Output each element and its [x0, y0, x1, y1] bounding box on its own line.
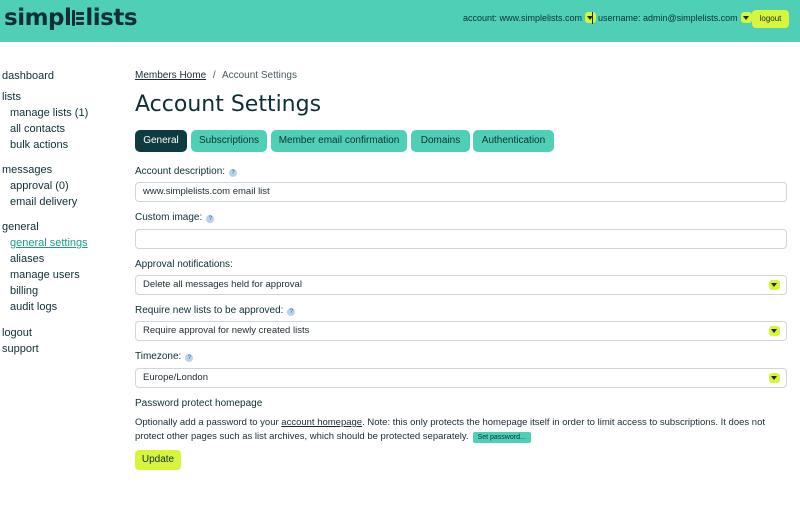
sidebar-item-logout[interactable]: logout — [2, 327, 32, 339]
breadcrumb: Members Home / Account Settings — [135, 70, 297, 81]
account-dropdown-icon[interactable] — [585, 12, 597, 23]
sidebar-item-manage-lists[interactable]: manage lists (1) — [10, 107, 88, 119]
require-approval-value: Require approval for newly created lists — [143, 325, 310, 336]
approval-notifications-select[interactable]: Delete all messages held for approval — [135, 275, 787, 295]
breadcrumb-home-link[interactable]: Members Home — [135, 70, 206, 81]
account-homepage-link[interactable]: account homepage — [281, 417, 362, 428]
timezone-label: Timezone:? — [135, 351, 194, 362]
help-icon[interactable]: ? — [206, 215, 215, 223]
timezone-select[interactable]: Europe/London — [135, 368, 787, 388]
breadcrumb-separator: / — [212, 70, 216, 81]
top-header: simpl lists account: www.simplelists.com … — [0, 0, 800, 42]
help-icon[interactable]: ? — [185, 354, 194, 362]
sidebar-item-bulk-actions[interactable]: bulk actions — [10, 139, 68, 151]
password-protect-label: Password protect homepage — [135, 398, 263, 409]
simplelists-logo[interactable]: simpl lists — [4, 4, 138, 32]
update-button[interactable]: Update — [135, 450, 181, 470]
logo-text-b: lists — [85, 5, 138, 31]
password-protect-description: Optionally add a password to your accoun… — [135, 417, 765, 443]
sidebar-group-general[interactable]: general — [2, 221, 39, 233]
tab-domains[interactable]: Domains — [411, 130, 470, 152]
custom-image-label: Custom image:? — [135, 212, 215, 223]
require-approval-label: Require new lists to be approved:? — [135, 305, 296, 316]
chevron-down-icon[interactable] — [769, 373, 780, 383]
help-icon[interactable]: ? — [287, 308, 296, 316]
sidebar-group-messages[interactable]: messages — [2, 164, 52, 176]
approval-notifications-value: Delete all messages held for approval — [143, 279, 302, 290]
username-label: username: admin@simplelists.com — [598, 13, 738, 23]
sidebar-group-lists[interactable]: lists — [2, 91, 21, 103]
sidebar-item-dashboard[interactable]: dashboard — [2, 70, 54, 82]
account-description-input[interactable]: www.simplelists.com email list — [135, 182, 787, 202]
sidebar-item-manage-users[interactable]: manage users — [10, 269, 80, 281]
logo-text-a: simpl — [4, 5, 72, 31]
sidebar-item-approval[interactable]: approval (0) — [10, 180, 69, 192]
approval-notifications-label: Approval notifications: — [135, 259, 233, 270]
help-icon[interactable]: ? — [229, 169, 238, 177]
header-divider — [592, 12, 593, 24]
require-approval-select[interactable]: Require approval for newly created lists — [135, 321, 787, 341]
set-password-button[interactable]: Set password... — [472, 432, 531, 443]
account-label: account: www.simplelists.com — [463, 13, 583, 23]
tab-subscriptions[interactable]: Subscriptions — [191, 130, 267, 152]
logo-bars-icon — [72, 10, 85, 26]
chevron-down-icon[interactable] — [769, 326, 780, 336]
custom-image-input[interactable] — [135, 229, 787, 249]
logout-button[interactable]: logout — [752, 10, 789, 28]
sidebar-item-aliases[interactable]: aliases — [10, 253, 44, 265]
account-selector[interactable]: account: www.simplelists.com — [463, 12, 597, 25]
breadcrumb-current: Account Settings — [221, 70, 297, 81]
tab-general[interactable]: General — [135, 130, 187, 152]
sidebar-item-all-contacts[interactable]: all contacts — [10, 123, 65, 135]
username-dropdown-icon[interactable] — [740, 12, 752, 23]
page-title: Account Settings — [135, 92, 322, 117]
sidebar-item-email-delivery[interactable]: email delivery — [10, 196, 77, 208]
tab-member-email-confirmation[interactable]: Member email confirmation — [271, 130, 407, 152]
sidebar-item-support[interactable]: support — [2, 343, 39, 355]
sidebar-item-audit-logs[interactable]: audit logs — [10, 301, 57, 313]
sidebar-item-billing[interactable]: billing — [10, 285, 38, 297]
account-description-label: Account description:? — [135, 166, 238, 177]
username-selector[interactable]: username: admin@simplelists.com — [598, 12, 752, 25]
timezone-value: Europe/London — [143, 372, 208, 383]
sidebar-item-general-settings[interactable]: general settings — [10, 237, 88, 249]
tab-authentication[interactable]: Authentication — [473, 130, 554, 152]
chevron-down-icon[interactable] — [769, 280, 780, 290]
